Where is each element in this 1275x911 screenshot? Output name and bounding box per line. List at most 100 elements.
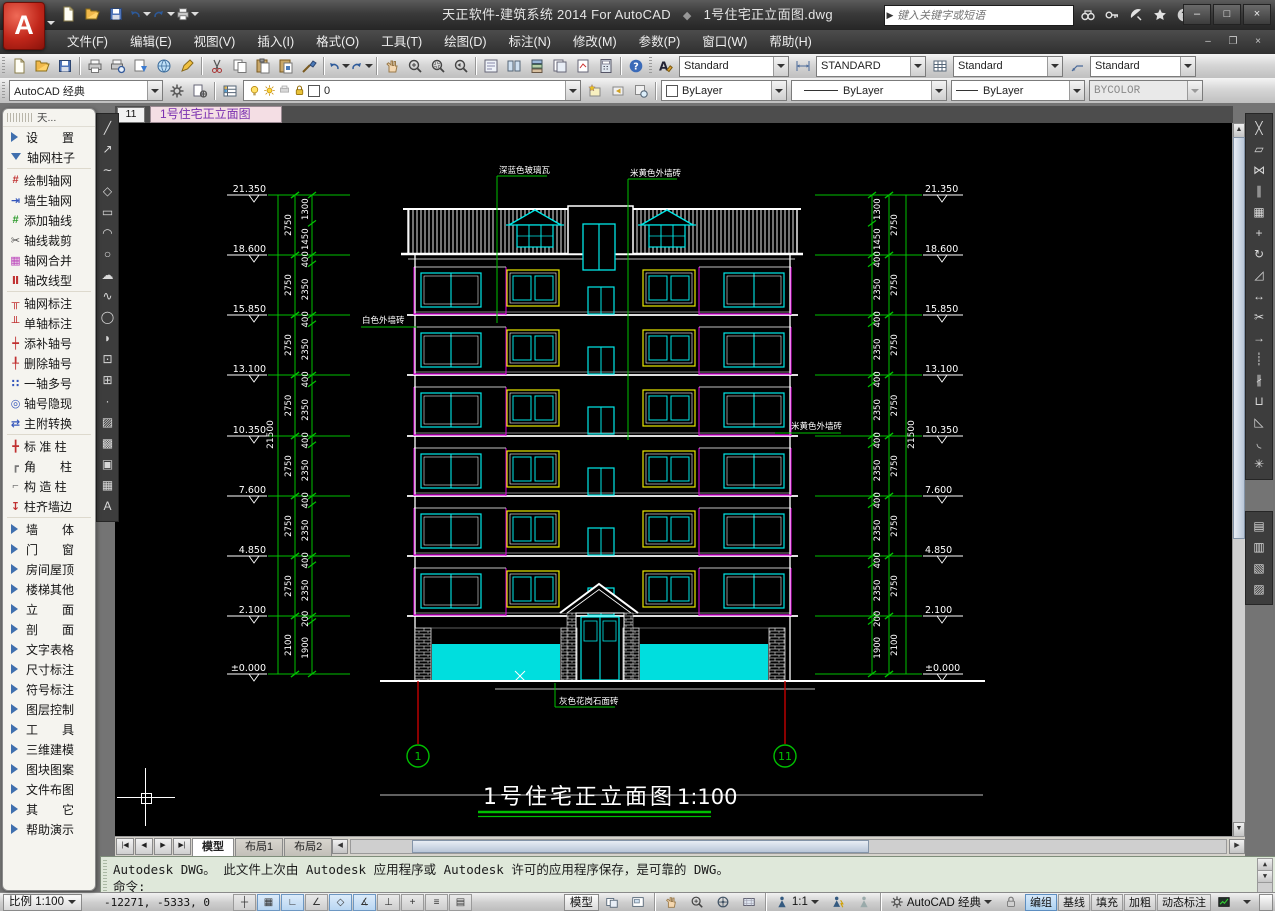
color-combo-arrow-icon[interactable] xyxy=(771,81,786,100)
snap-toggle[interactable]: ┼ xyxy=(232,893,256,911)
palette-group-tools[interactable]: 工 具 xyxy=(3,719,95,739)
close-icon[interactable]: × xyxy=(1243,4,1271,25)
tarch-toggle-加粗[interactable]: 加粗 xyxy=(1124,893,1156,911)
lineweight-combo[interactable]: ByLayer xyxy=(951,80,1085,101)
doc-close-icon[interactable]: × xyxy=(1247,33,1269,51)
polar-toggle[interactable]: ∠ xyxy=(304,893,328,911)
mirror-button[interactable]: ⋈ xyxy=(1250,160,1269,181)
horizontal-scrollbar[interactable] xyxy=(350,839,1227,854)
dim-style-combo[interactable]: STANDARD xyxy=(816,55,926,77)
structural-column[interactable]: ⌐ 构 造 柱 xyxy=(3,476,95,496)
polyline-button[interactable]: ∼ xyxy=(98,160,117,181)
menu-format[interactable]: 格式(O) xyxy=(305,30,370,54)
group-button[interactable]: ▧ xyxy=(1250,558,1269,579)
delete-axis-number[interactable]: ╀ 删除轴号 xyxy=(3,353,95,373)
menu-draw[interactable]: 绘图(D) xyxy=(433,30,497,54)
workspace-combo[interactable]: AutoCAD 经典 xyxy=(9,80,163,101)
make-block-button[interactable]: ⊞ xyxy=(98,370,117,391)
toolbar-grip[interactable] xyxy=(2,57,5,75)
hatch-button[interactable]: ▨ xyxy=(98,412,117,433)
horizontal-scroll-thumb[interactable] xyxy=(412,840,870,853)
palette-group-settings[interactable]: 设 置 xyxy=(3,127,95,147)
search-input[interactable] xyxy=(895,8,1073,23)
text-style-combo[interactable]: Standard xyxy=(679,55,789,77)
tab-last-icon[interactable]: ▶| xyxy=(173,838,191,855)
workspace-settings-button[interactable] xyxy=(165,80,188,101)
palette-group-elevation[interactable]: 立 面 xyxy=(3,599,95,619)
status-tray-dropdown[interactable] xyxy=(1237,894,1257,911)
designcenter-button[interactable] xyxy=(502,56,525,77)
polygon-button[interactable]: ◇ xyxy=(98,181,117,202)
workspace-save-button[interactable] xyxy=(188,80,211,101)
menu-insert[interactable]: 插入(I) xyxy=(246,30,305,54)
ortho-toggle[interactable]: ∟ xyxy=(280,893,304,911)
main-sub-convert[interactable]: ⇄ 主附转换 xyxy=(3,413,95,433)
make-object-layer-current-button[interactable] xyxy=(583,80,606,101)
workspace-combo-arrow-icon[interactable] xyxy=(147,81,162,100)
drawing-tab-count[interactable]: 11 xyxy=(117,106,145,123)
tab-first-icon[interactable]: |◀ xyxy=(116,838,134,855)
palette-group-room-roof[interactable]: 房间屋顶 xyxy=(3,559,95,579)
properties-button[interactable] xyxy=(479,56,502,77)
undo-dropdown-icon[interactable] xyxy=(342,64,350,72)
annotation-visibility-button[interactable] xyxy=(825,894,851,911)
draw-order-front-button[interactable]: ▤ xyxy=(1250,516,1269,537)
trim-button[interactable]: ✂ xyxy=(1250,307,1269,328)
palette-group-section[interactable]: 剖 面 xyxy=(3,619,95,639)
annotation-scale-dropdown-icon[interactable] xyxy=(810,900,819,908)
break-at-point-button[interactable]: ┊ xyxy=(1250,349,1269,370)
stretch-button[interactable]: ↔ xyxy=(1250,286,1269,307)
table-style-button[interactable] xyxy=(928,56,951,77)
chamfer-button[interactable]: ◺ xyxy=(1250,412,1269,433)
extend-button[interactable]: → xyxy=(1250,328,1269,349)
table-style-combo-arrow-icon[interactable] xyxy=(1047,56,1062,76)
axis-grid-dimension[interactable]: ╥ 轴网标注 xyxy=(3,293,95,313)
annotation-scale-control[interactable]: 1:1 xyxy=(769,894,825,911)
pan-button[interactable] xyxy=(658,894,684,911)
quickcalc-button[interactable] xyxy=(594,56,617,77)
command-scrollbar[interactable]: ▲ ▼ xyxy=(1257,858,1273,893)
annotation-autoscale-button[interactable] xyxy=(851,894,877,911)
match-properties-button[interactable] xyxy=(297,56,320,77)
folder-open-button[interactable] xyxy=(30,56,53,77)
arc-button[interactable]: ◠ xyxy=(98,223,117,244)
layout-tab-模型[interactable]: 模型 xyxy=(192,837,234,856)
menu-dimension[interactable]: 标注(N) xyxy=(498,30,562,54)
offset-button[interactable]: ∥ xyxy=(1250,181,1269,202)
tab-prev-icon[interactable]: ◀ xyxy=(135,838,153,855)
dim-style-combo-arrow-icon[interactable] xyxy=(910,56,925,76)
tarch-toggle-编组[interactable]: 编组 xyxy=(1025,893,1057,911)
clean-screen-button[interactable] xyxy=(1259,893,1273,911)
redo-dropdown-icon[interactable] xyxy=(365,64,373,72)
workspace-switching-button[interactable]: AutoCAD 经典 xyxy=(884,894,998,911)
palette-group-dimension[interactable]: 尺寸标注 xyxy=(3,659,95,679)
rectangle-button[interactable]: ▭ xyxy=(98,202,117,223)
infocenter-search[interactable]: ▶ xyxy=(884,5,1074,26)
circle-button[interactable]: ○ xyxy=(98,244,117,265)
palette-group-file-layout[interactable]: 文件布图 xyxy=(3,779,95,799)
palette-group-symbol[interactable]: 符号标注 xyxy=(3,679,95,699)
layer-combo-arrow-icon[interactable] xyxy=(565,81,580,100)
linetype-combo-arrow-icon[interactable] xyxy=(931,81,946,100)
markup-button[interactable] xyxy=(175,56,198,77)
quick-view-layouts-button[interactable] xyxy=(625,894,651,911)
single-axis-dimension[interactable]: ╨ 单轴标注 xyxy=(3,313,95,333)
fillet-button[interactable]: ◟ xyxy=(1250,433,1269,454)
linetype-combo[interactable]: ByLayer xyxy=(791,80,947,101)
one-axis-multi-number[interactable]: ∷ 一轴多号 xyxy=(3,373,95,393)
cut-button[interactable] xyxy=(205,56,228,77)
workspace-switch-dropdown-icon[interactable] xyxy=(984,900,992,908)
autocad-app-logo[interactable]: A xyxy=(3,2,55,50)
color-combo[interactable]: ByLayer xyxy=(661,80,787,101)
palette-group-3d-model[interactable]: 三维建模 xyxy=(3,739,95,759)
explode-button[interactable]: ✳ xyxy=(1250,454,1269,475)
lineweight-combo-arrow-icon[interactable] xyxy=(1069,81,1084,100)
column-align-wall[interactable]: ↧ 柱齐墙边 xyxy=(3,496,95,516)
paste-button[interactable] xyxy=(251,56,274,77)
doc-restore-icon[interactable]: ❐ xyxy=(1222,33,1244,51)
dim-style-button[interactable] xyxy=(791,56,814,77)
subscription-center-icon[interactable] xyxy=(1102,5,1122,25)
draw-axis-grid[interactable]: # 绘制轴网 xyxy=(3,170,95,190)
palette-group-help-demo[interactable]: 帮助演示 xyxy=(3,819,95,839)
axis-linetype[interactable]: Ⅱ 轴改线型 xyxy=(3,270,95,290)
